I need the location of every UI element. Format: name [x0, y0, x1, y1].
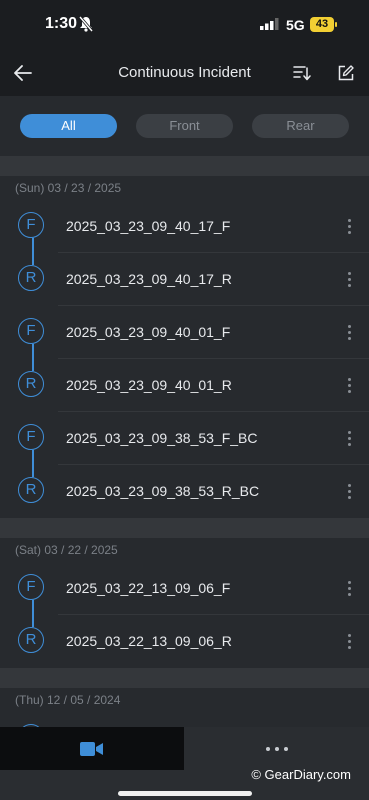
rear-camera-badge: R — [18, 371, 44, 397]
list-item[interactable]: F 2025_03_23_09_40_17_F — [0, 200, 369, 253]
front-camera-badge: F — [18, 574, 44, 600]
pair-connector — [32, 253, 34, 265]
video-camera-icon — [80, 741, 103, 756]
network-type: 5G — [286, 17, 305, 33]
date-header: (Thu) 12 / 05 / 2024 — [0, 688, 369, 712]
sort-button[interactable] — [287, 58, 317, 88]
front-camera-badge: F — [18, 212, 44, 238]
more-options-button[interactable] — [335, 371, 363, 399]
pair-connector — [32, 600, 34, 615]
front-camera-badge: F — [18, 318, 44, 344]
list-item[interactable]: F 2025_03_23_09_38_53_F_BC — [0, 412, 369, 465]
bottom-tab-bar: © GearDiary.com — [0, 727, 369, 800]
filter-rear-tab[interactable]: Rear — [252, 114, 349, 138]
pair-connector — [32, 615, 34, 627]
status-time: 1:30 — [45, 15, 78, 32]
pair-connector — [32, 238, 34, 253]
pair-connector — [32, 344, 34, 359]
sort-icon — [293, 66, 311, 81]
edit-icon — [338, 65, 354, 81]
more-options-button[interactable] — [335, 424, 363, 452]
more-options-button[interactable] — [335, 627, 363, 655]
list-item[interactable]: R 2025_03_23_09_40_01_R — [0, 359, 369, 412]
battery-tip — [335, 22, 337, 27]
file-name: 2025_03_23_09_40_17_R — [66, 271, 232, 287]
more-options-button[interactable] — [335, 318, 363, 346]
pair-connector — [32, 450, 34, 465]
section-divider — [0, 518, 369, 538]
tab-more[interactable] — [184, 727, 369, 770]
battery-level: 43 — [310, 17, 334, 32]
more-options-button[interactable] — [335, 265, 363, 293]
list-item[interactable]: F 2025_03_22_13_09_06_F — [0, 562, 369, 615]
incident-list: (Sun) 03 / 23 / 2025 F 2025_03_23_09_40_… — [0, 156, 369, 765]
filter-bar: All Front Rear — [0, 96, 369, 156]
file-name: 2025_03_23_09_38_53_F_BC — [66, 430, 258, 446]
navbar: Continuous Incident — [0, 50, 369, 96]
status-bar: 1:30 5G 43 — [0, 0, 369, 50]
file-name: 2025_03_22_13_09_06_R — [66, 633, 232, 649]
more-horizontal-icon — [265, 746, 288, 751]
date-header: (Sun) 03 / 23 / 2025 — [0, 176, 369, 200]
filter-all-tab[interactable]: All — [20, 114, 117, 138]
date-header: (Sat) 03 / 22 / 2025 — [0, 538, 369, 562]
list-item[interactable]: R 2025_03_23_09_38_53_R_BC — [0, 465, 369, 518]
bell-slash-icon — [79, 16, 93, 32]
list-item[interactable]: F 2025_03_23_09_40_01_F — [0, 306, 369, 359]
pair-connector — [32, 465, 34, 477]
more-options-button[interactable] — [335, 212, 363, 240]
more-options-button[interactable] — [335, 574, 363, 602]
list-item[interactable]: R 2025_03_22_13_09_06_R — [0, 615, 369, 668]
pair-connector — [32, 359, 34, 371]
file-name: 2025_03_23_09_40_01_F — [66, 324, 231, 340]
list-item[interactable]: R 2025_03_23_09_40_17_R — [0, 253, 369, 306]
file-name: 2025_03_23_09_40_17_F — [66, 218, 231, 234]
home-indicator — [118, 791, 252, 796]
filter-front-tab[interactable]: Front — [136, 114, 233, 138]
file-name: 2025_03_22_13_09_06_F — [66, 580, 231, 596]
file-name: 2025_03_23_09_38_53_R_BC — [66, 483, 260, 499]
section-divider — [0, 156, 369, 176]
file-name: 2025_03_23_09_40_01_R — [66, 377, 232, 393]
signal-icon — [260, 18, 279, 30]
section-divider — [0, 668, 369, 688]
more-options-button[interactable] — [335, 477, 363, 505]
watermark: © GearDiary.com — [251, 767, 351, 782]
rear-camera-badge: R — [18, 627, 44, 653]
tab-video[interactable] — [0, 727, 184, 770]
edit-button[interactable] — [331, 58, 361, 88]
rear-camera-badge: R — [18, 477, 44, 503]
front-camera-badge: F — [18, 424, 44, 450]
rear-camera-badge: R — [18, 265, 44, 291]
